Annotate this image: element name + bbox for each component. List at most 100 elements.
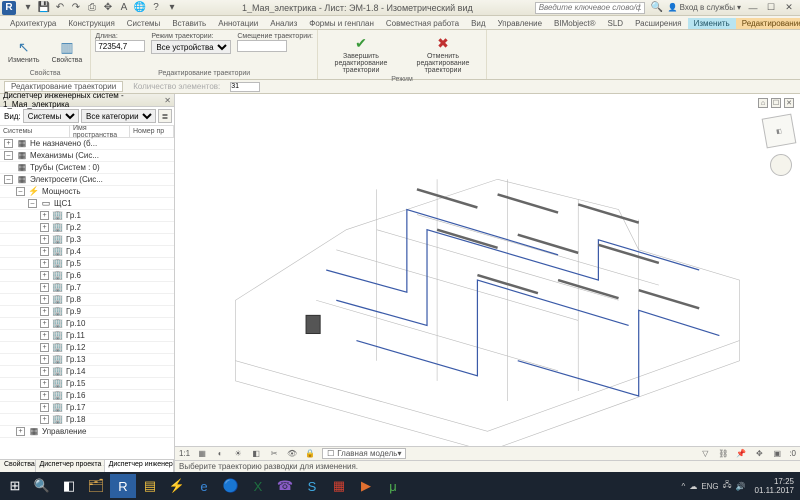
expand-icon[interactable]: + [40, 331, 49, 340]
offset-input[interactable] [237, 40, 287, 52]
qat-print-icon[interactable]: ⎙ [85, 2, 99, 14]
tab-project-browser[interactable]: Диспетчер проекта ... [36, 460, 105, 472]
app-viber-icon[interactable]: ☎ [272, 474, 298, 498]
hierarchy-button[interactable]: ≣ [158, 109, 172, 123]
qat-redo-icon[interactable]: ↷ [69, 2, 83, 14]
qat-undo-icon[interactable]: ↶ [53, 2, 67, 14]
tab-systems[interactable]: Системы [121, 18, 167, 29]
app-totalcmd-icon[interactable]: ▤ [137, 474, 163, 498]
panel-header[interactable]: Диспетчер инженерных систем - 1_Мая_элек… [0, 94, 174, 107]
tab-sld[interactable]: SLD [602, 18, 630, 29]
count-value[interactable] [230, 82, 260, 92]
tab-edit-path[interactable]: Редактирование траектории [736, 18, 800, 29]
view-max-icon[interactable]: ☐ [771, 98, 781, 108]
tree-node[interactable]: –▭ЩС1 [0, 198, 174, 210]
qat-sync-icon[interactable]: ✥ [101, 2, 115, 14]
expand-icon[interactable]: + [40, 355, 49, 364]
tree-node[interactable]: +▦Не назначено (б... [0, 138, 174, 150]
model-combo[interactable]: ☐ Главная модель ▾ [322, 448, 406, 459]
minimize-button[interactable]: — [744, 2, 762, 14]
expand-icon[interactable]: + [40, 271, 49, 280]
finish-button[interactable]: ✔Завершить редактирование траектории [322, 32, 400, 76]
face-select-icon[interactable]: ▣ [771, 448, 783, 459]
tree-node[interactable]: –▦Электросети (Сис... [0, 174, 174, 186]
lock-icon[interactable]: 🔒 [304, 448, 316, 459]
expand-icon[interactable]: + [40, 379, 49, 388]
expand-icon[interactable]: + [40, 235, 49, 244]
scale-display[interactable]: 1:1 [179, 449, 190, 458]
tree-node[interactable]: +🏢Гр.18 [0, 414, 174, 426]
qat-dropdown-icon[interactable]: ▾ [165, 2, 179, 14]
task-search-icon[interactable]: 🔍 [29, 474, 55, 498]
tree-node[interactable]: +🏢Гр.6 [0, 270, 174, 282]
tab-arch[interactable]: Архитектура [4, 18, 62, 29]
maximize-button[interactable]: ☐ [762, 2, 780, 14]
app-lightning-icon[interactable]: ⚡ [164, 474, 190, 498]
visual-style-icon[interactable]: ◐ [214, 448, 226, 459]
tree-node[interactable]: +▦Управление [0, 426, 174, 438]
tab-addins[interactable]: Расширения [629, 18, 688, 29]
app-explorer-icon[interactable]: 🗂 [83, 474, 109, 498]
tree-node[interactable]: +🏢Гр.1 [0, 210, 174, 222]
tree-node[interactable]: ▦Трубы (Систем : 0) [0, 162, 174, 174]
app-edge-icon[interactable]: e [191, 474, 217, 498]
hide-icon[interactable]: 👁 [286, 448, 298, 459]
select-pinned-icon[interactable]: 📌 [735, 448, 747, 459]
length-input[interactable] [95, 40, 145, 52]
qat-globe-icon[interactable]: 🌐 [133, 2, 147, 14]
tab-massing[interactable]: Формы и генплан [303, 18, 380, 29]
qat-save-icon[interactable]: 💾 [37, 2, 51, 14]
qat-help-icon[interactable]: ? [149, 2, 163, 14]
tree-node[interactable]: +🏢Гр.9 [0, 306, 174, 318]
system-tray[interactable]: ^ ☁ ENG 🖧 🔊 [678, 479, 750, 493]
app-wmp-icon[interactable]: ▶ [353, 474, 379, 498]
tree-node[interactable]: +🏢Гр.14 [0, 366, 174, 378]
app-revit-icon[interactable]: R [110, 474, 136, 498]
tab-manage[interactable]: Управление [492, 18, 548, 29]
expand-icon[interactable]: + [40, 367, 49, 376]
app-chrome-icon[interactable]: 🔵 [218, 474, 244, 498]
search-icon[interactable]: 🔍 [650, 2, 664, 14]
expand-icon[interactable]: + [40, 391, 49, 400]
modify-button[interactable]: ↖Изменить [4, 36, 44, 66]
tab-analyze[interactable]: Анализ [264, 18, 303, 29]
taskbar-clock[interactable]: 17:25 01.11.2017 [751, 477, 798, 495]
expand-icon[interactable]: + [4, 139, 13, 148]
cancel-button[interactable]: ✖Отменить редактирование траектории [404, 32, 482, 76]
tab-annot[interactable]: Аннотации [212, 18, 264, 29]
tree-node[interactable]: –▦Механизмы (Сис... [0, 150, 174, 162]
crop-icon[interactable]: ✂ [268, 448, 280, 459]
tab-collab[interactable]: Совместная работа [380, 18, 465, 29]
close-button[interactable]: ✕ [780, 2, 798, 14]
start-button[interactable]: ⊞ [2, 474, 28, 498]
tray-vol-icon[interactable]: 🔊 [736, 482, 746, 491]
tree-node[interactable]: +🏢Гр.13 [0, 354, 174, 366]
tab-bimobject[interactable]: BIMobject® [548, 18, 601, 29]
expand-icon[interactable]: + [40, 259, 49, 268]
tab-system-browser[interactable]: Диспетчер инженер... [105, 460, 174, 472]
shadows-icon[interactable]: ◧ [250, 448, 262, 459]
search-input[interactable] [535, 2, 645, 14]
expand-icon[interactable]: + [40, 295, 49, 304]
expand-icon[interactable]: + [40, 283, 49, 292]
tree-node[interactable]: +🏢Гр.15 [0, 378, 174, 390]
expand-icon[interactable]: – [28, 199, 37, 208]
qat-a-icon[interactable]: A [117, 2, 131, 14]
filter-icon[interactable]: ▽ [699, 448, 711, 459]
qat-open-icon[interactable]: ▾ [21, 2, 35, 14]
tree-node[interactable]: +🏢Гр.2 [0, 222, 174, 234]
drag-icon[interactable]: ✥ [753, 448, 765, 459]
panel-close-icon[interactable]: ✕ [164, 96, 171, 105]
viewcube[interactable]: ◧ [762, 114, 797, 149]
expand-icon[interactable]: + [40, 403, 49, 412]
sun-path-icon[interactable]: ☀ [232, 448, 244, 459]
tray-lang[interactable]: ENG [701, 482, 718, 491]
tree-node[interactable]: +🏢Гр.17 [0, 402, 174, 414]
expand-icon[interactable]: + [40, 307, 49, 316]
expand-icon[interactable]: + [16, 427, 25, 436]
expand-icon[interactable]: + [40, 211, 49, 220]
systems-tree[interactable]: +▦Не назначено (б...–▦Механизмы (Сис...▦… [0, 138, 174, 459]
tree-node[interactable]: +🏢Гр.12 [0, 342, 174, 354]
view-close-icon[interactable]: ✕ [784, 98, 794, 108]
tray-net-icon[interactable]: 🖧 [723, 479, 732, 493]
